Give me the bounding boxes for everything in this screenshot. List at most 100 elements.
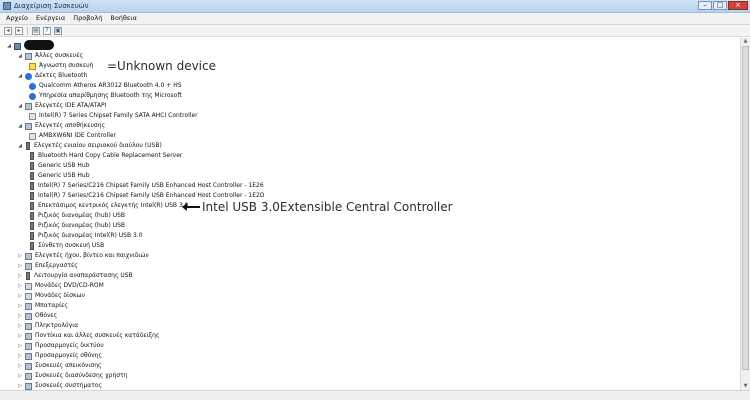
ide-controller-icon [25,102,32,110]
unknown-device-annotation: =Unknown device [107,59,216,73]
collapsed-chevron-icon[interactable]: ▷ [17,273,23,279]
expanded-chevron-icon[interactable]: ◢ [17,143,23,149]
device-label: Συσκευές απεικόνισης [35,362,102,369]
disk-drive-icon [25,292,32,300]
expanded-chevron-icon[interactable]: ◢ [17,73,23,79]
device-label: Ελεγκτές ήχου, βίντεο και παιχνιδιών [35,252,149,259]
collapsed-chevron-icon[interactable]: ▷ [17,303,23,309]
menu-view[interactable]: Προβολή [69,13,106,24]
usb-icon [30,152,34,160]
device-item[interactable]: Generic USB Hub [29,171,90,181]
properties-icon[interactable]: ▤ [32,26,40,35]
forward-icon[interactable]: ▸ [15,26,23,35]
device-category[interactable]: ◢ Άλλες συσκευές [17,51,83,61]
device-category[interactable]: ▷ Επεξεργαστές [17,261,78,271]
device-category[interactable]: ◢ Δέκτες Bluetooth [17,71,87,81]
device-category[interactable]: ▷ Οθόνες [17,311,57,321]
usb-icon [26,142,30,150]
collapsed-chevron-icon[interactable]: ▷ [17,363,23,369]
keyboard-icon [25,322,32,330]
imaging-device-icon [25,362,32,370]
computer-node[interactable]: ◢ [6,41,24,51]
collapsed-chevron-icon[interactable]: ▷ [17,313,23,319]
scan-hardware-icon[interactable]: ▣ [54,26,62,35]
collapsed-chevron-icon[interactable]: ▷ [17,253,23,259]
back-icon[interactable]: ◂ [4,26,12,35]
device-category[interactable]: ▷ Ποντίκια και άλλες συσκευές κατάδειξης [17,331,159,341]
collapsed-chevron-icon[interactable]: ▷ [17,283,23,289]
scroll-up-icon[interactable]: ▲ [742,38,749,45]
device-item[interactable]: Bluetooth Hard Copy Cable Replacement Se… [29,151,182,161]
device-item[interactable]: Σύνθετη συσκευή USB [29,241,104,251]
device-item[interactable]: AMBXW6NI IDE Controller [29,131,116,141]
toolbar-separator [27,26,28,35]
device-label: Intel(R) 7 Series/C216 Chipset Family US… [38,182,264,189]
menu-file[interactable]: Αρχείο [0,13,32,24]
device-category[interactable]: ◢ Ελεγκτές IDE ATA/ATAPI [17,101,106,111]
device-category[interactable]: ▷ Λειτουργία αναπαράστασης USB [17,271,133,281]
menu-bar: Αρχείο Ενέργεια Προβολή Βοήθεια [0,13,750,25]
close-button[interactable]: × [728,1,748,10]
scroll-down-icon[interactable]: ▼ [742,383,749,390]
device-label: Προσαρμογείς οθόνης [35,352,102,359]
expanded-chevron-icon[interactable]: ◢ [6,43,12,49]
expanded-chevron-icon[interactable]: ◢ [17,53,23,59]
minimize-button[interactable]: – [698,1,712,10]
device-label: Generic USB Hub [38,172,90,179]
collapsed-chevron-icon[interactable]: ▷ [17,263,23,269]
device-label: Υπηρεσία απαρίθμησης Bluetooth της Micro… [39,92,182,99]
help-icon[interactable]: ? [43,26,51,35]
maximize-button[interactable]: □ [713,1,727,10]
collapsed-chevron-icon[interactable]: ▷ [17,293,23,299]
device-label: Πληκτρολόγια [35,322,79,329]
device-item[interactable]: Ριζικός διανομέας (hub) USB [29,221,125,231]
expanded-chevron-icon[interactable]: ◢ [17,123,23,129]
device-label: Ελεγκτές αποθήκευσης [35,122,106,129]
device-label: Συσκευές διασύνδεσης χρήστη [35,372,128,379]
menu-action[interactable]: Ενέργεια [32,13,69,24]
device-category[interactable]: ▷ Μονάδες δίσκων [17,291,85,301]
device-item[interactable]: Ριζικός διανομέας (hub) USB [29,211,125,221]
collapsed-chevron-icon[interactable]: ▷ [17,343,23,349]
vertical-scrollbar[interactable]: ▲ ▼ [740,38,750,390]
device-category[interactable]: ◢ Ελεγκτές ενιαίου σειριακού διαύλου (USB… [17,141,162,151]
device-item[interactable]: Επεκτάσιμος κεντρικός ελεγκτής Intel(R) … [29,201,189,211]
usb-icon [30,202,34,210]
device-category[interactable]: ▷ Συσκευές συστήματος [17,381,102,390]
device-category[interactable]: ▷ Μπαταρίες [17,301,68,311]
storage-controller-icon [29,132,36,140]
device-category[interactable]: ▷ Προσαρμογείς οθόνης [17,351,102,361]
device-category[interactable]: ▷ Ελεγκτές ήχου, βίντεο και παιχνιδιών [17,251,149,261]
device-label: Qualcomm Atheros AR3012 Bluetooth 4.0 + … [39,82,182,89]
bluetooth-icon [29,82,36,90]
ide-controller-icon [29,112,36,120]
device-category[interactable]: ▷ Μονάδες DVD/CD-ROM [17,281,104,291]
collapsed-chevron-icon[interactable]: ▷ [17,383,23,389]
device-label: Άλλες συσκευές [35,52,84,59]
collapsed-chevron-icon[interactable]: ▷ [17,353,23,359]
device-category[interactable]: ▷ Πληκτρολόγια [17,321,78,331]
device-label: Μονάδες DVD/CD-ROM [35,282,104,289]
collapsed-chevron-icon[interactable]: ▷ [17,333,23,339]
usb-icon [26,272,30,280]
device-item[interactable]: Intel(R) 7 Series Chipset Family SATA AH… [29,111,198,121]
device-item[interactable]: Άγνωστη συσκευή [29,61,93,71]
device-category[interactable]: ◢ Ελεγκτές αποθήκευσης [17,121,105,131]
device-item[interactable]: Intel(R) 7 Series/C216 Chipset Family US… [29,181,264,191]
device-item[interactable]: Υπηρεσία απαρίθμησης Bluetooth της Micro… [29,91,182,101]
device-item[interactable]: Qualcomm Atheros AR3012 Bluetooth 4.0 + … [29,81,182,91]
device-category[interactable]: ▷ Προσαρμογείς δικτύου [17,341,104,351]
device-label: Ελεγκτές ενιαίου σειριακού διαύλου (USB) [34,142,162,149]
device-category[interactable]: ▷ Συσκευές διασύνδεσης χρήστη [17,371,128,381]
collapsed-chevron-icon[interactable]: ▷ [17,373,23,379]
device-label: Ριζικός διανομέας (hub) USB [38,212,126,219]
device-label: Intel(R) 7 Series Chipset Family SATA AH… [39,112,198,119]
device-item[interactable]: Ριζικός διανομέας Intel(R) USB 3.0 [29,231,143,241]
menu-help[interactable]: Βοήθεια [106,13,141,24]
display-adapter-icon [25,352,32,360]
device-item[interactable]: Generic USB Hub [29,161,90,171]
collapsed-chevron-icon[interactable]: ▷ [17,323,23,329]
device-category[interactable]: ▷ Συσκευές απεικόνισης [17,361,102,371]
expanded-chevron-icon[interactable]: ◢ [17,103,23,109]
scrollbar-thumb[interactable] [742,46,749,370]
